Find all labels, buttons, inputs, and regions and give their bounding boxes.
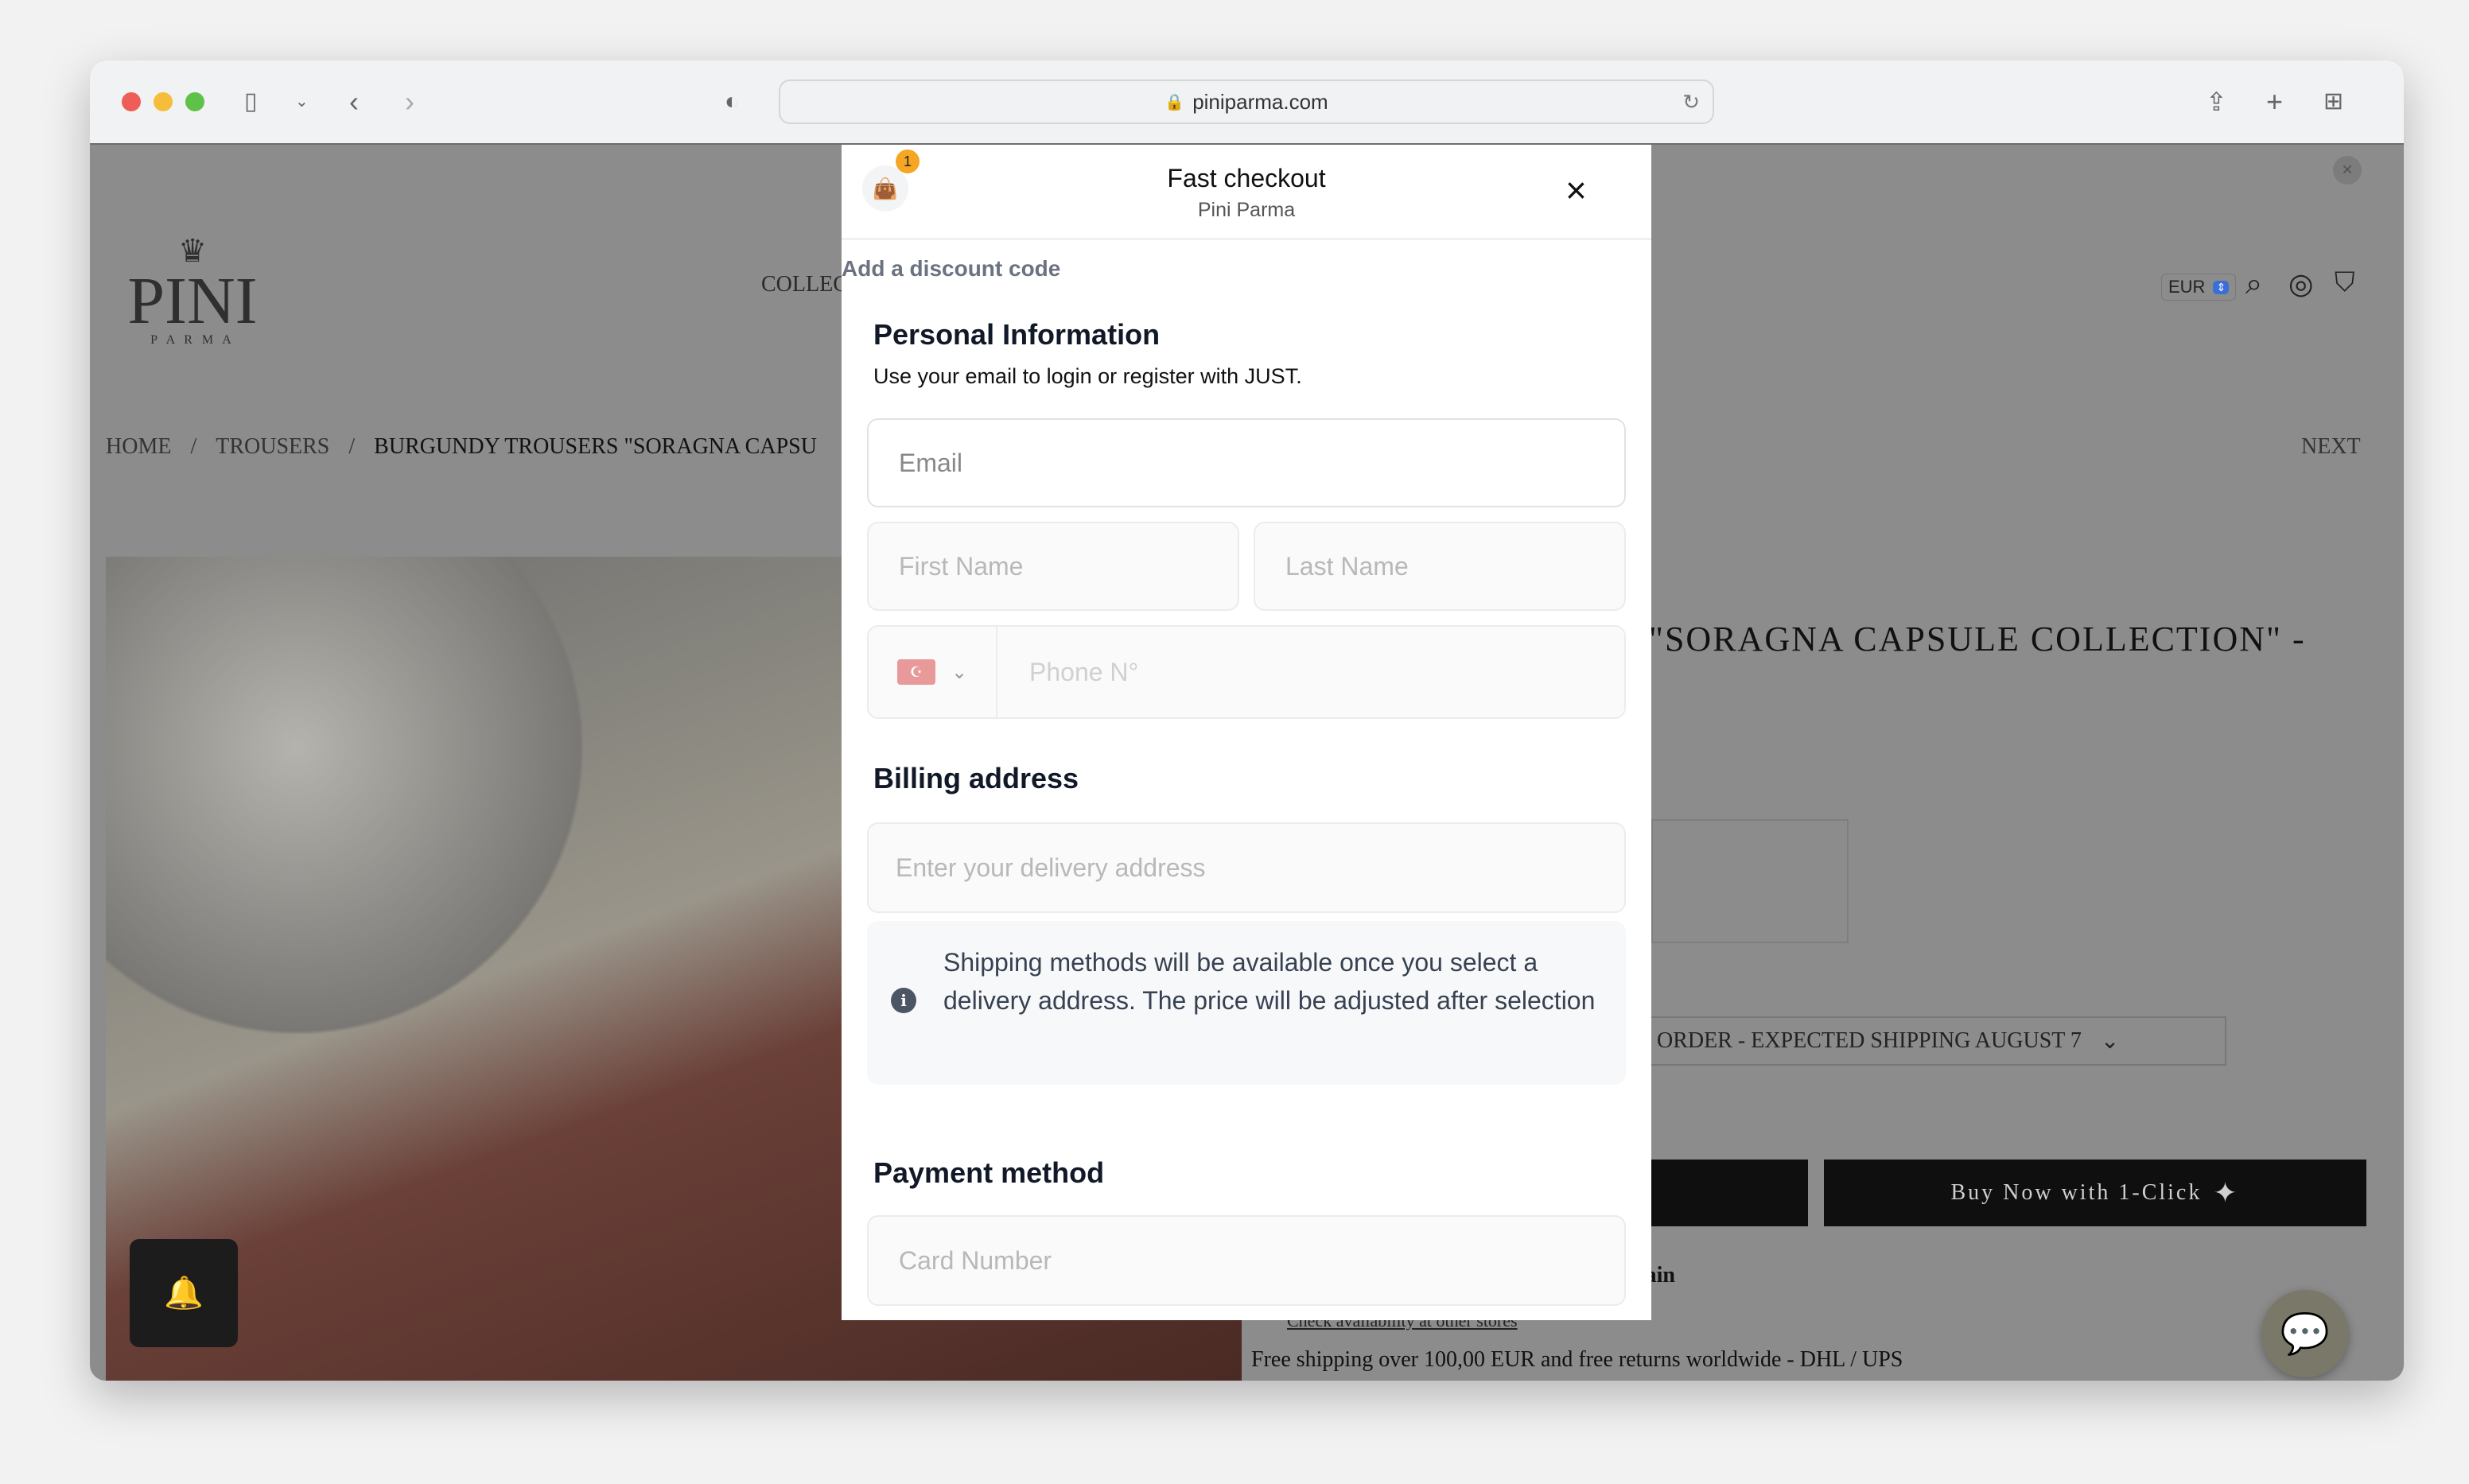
- currency-select[interactable]: EUR ⇕: [2161, 274, 2237, 301]
- buy-now-label: Buy Now with 1-Click: [1950, 1180, 2203, 1205]
- close-banner-icon[interactable]: ×: [2333, 156, 2362, 185]
- first-name-input[interactable]: First Name: [867, 522, 1239, 611]
- next-product-link[interactable]: NEXT: [2301, 434, 2361, 460]
- account-icon[interactable]: ◎: [2288, 267, 2313, 301]
- shield-icon[interactable]: ◐: [725, 84, 739, 119]
- select-arrows-icon: ⇕: [2213, 280, 2230, 294]
- browser-toolbar: ▯ ⌄ ‹ › ◐ 🔒 piniparma.com ↻ ⇪ + ⊞: [90, 60, 2404, 145]
- new-tab-icon[interactable]: +: [2266, 84, 2283, 119]
- forward-icon[interactable]: ›: [405, 84, 414, 119]
- modal-header: 👜 1 Fast checkout Pini Parma ×: [842, 145, 1651, 240]
- url-text: piniparma.com: [1192, 89, 1328, 114]
- notification-bell-button[interactable]: 🔔: [130, 1239, 238, 1347]
- personal-info-description: Use your email to login or register with…: [873, 364, 1302, 388]
- country-code-select[interactable]: ☪ ⌄: [869, 627, 997, 717]
- breadcrumb-trousers[interactable]: TROUSERS: [216, 434, 329, 460]
- payment-method-heading: Payment method: [873, 1156, 1105, 1189]
- variant-select[interactable]: ORDER - EXPECTED SHIPPING AUGUST 7 ⌄: [1633, 1016, 2226, 1066]
- chevron-down-icon: ⌄: [2100, 1029, 2120, 1054]
- shipping-note: Free shipping over 100,00 EUR and free r…: [1251, 1347, 1903, 1372]
- site-logo[interactable]: ♛ PINI P A R M A: [125, 232, 260, 348]
- modal-title: Fast checkout: [1167, 164, 1326, 192]
- sidebar-icon[interactable]: ▯: [244, 84, 258, 119]
- size-box[interactable]: [1651, 819, 1849, 943]
- tab-overview-icon[interactable]: ⊞: [2323, 84, 2343, 119]
- modal-subtitle: Pini Parma: [1197, 199, 1296, 221]
- currency-label: EUR: [2168, 277, 2206, 297]
- breadcrumb-current: BURGUNDY TROUSERS "SORAGNA CAPSU: [374, 434, 817, 459]
- phone-input-group: ☪ ⌄ Phone N°: [867, 625, 1626, 719]
- turkey-flag-icon: ☪: [896, 659, 935, 685]
- product-title: "SORAGNA CAPSULE COLLECTION" -: [1649, 620, 2306, 658]
- shipping-info-box: i Shipping methods will be available onc…: [867, 921, 1626, 1085]
- nav-collections[interactable]: COLLEC: [761, 272, 848, 297]
- chevron-down-icon[interactable]: ⌄: [295, 84, 309, 119]
- delivery-address-input[interactable]: Enter your delivery address: [867, 822, 1626, 913]
- chat-button[interactable]: 💬: [2261, 1290, 2349, 1377]
- browser-window: ▯ ⌄ ‹ › ◐ 🔒 piniparma.com ↻ ⇪ + ⊞ ♛ PINI…: [90, 60, 2404, 1381]
- shipping-info-text: Shipping methods will be available once …: [943, 948, 1596, 1015]
- minimize-window-button[interactable]: [154, 92, 173, 111]
- discount-code-link[interactable]: Add a discount code: [842, 256, 1060, 282]
- variant-select-label: ORDER - EXPECTED SHIPPING AUGUST 7: [1657, 1028, 2082, 1053]
- lock-icon: 🔒: [1165, 93, 1185, 111]
- chevron-down-icon: ⌄: [951, 661, 968, 683]
- logo-text: PINI: [127, 264, 258, 338]
- sparkle-icon: ✦: [2213, 1177, 2240, 1209]
- breadcrumb: HOME / TROUSERS / BURGUNDY TROUSERS "SORAG…: [106, 434, 817, 460]
- billing-address-heading: Billing address: [873, 762, 1079, 794]
- share-icon[interactable]: ⇪: [2206, 84, 2227, 119]
- last-name-input[interactable]: Last Name: [1254, 522, 1626, 611]
- phone-input[interactable]: Phone N°: [997, 658, 1138, 687]
- cart-icon[interactable]: ⛉: [2335, 267, 2355, 298]
- breadcrumb-home[interactable]: HOME: [106, 434, 171, 460]
- reload-icon[interactable]: ↻: [1682, 90, 1700, 115]
- info-icon: i: [891, 988, 916, 1013]
- back-icon[interactable]: ‹: [349, 84, 359, 119]
- add-to-cart-button[interactable]: [1633, 1160, 1808, 1226]
- search-icon[interactable]: ⌕: [2245, 267, 2262, 301]
- close-window-button[interactable]: [122, 92, 141, 111]
- email-input[interactable]: Email: [867, 418, 1626, 507]
- personal-info-heading: Personal Information: [873, 318, 1161, 351]
- address-bar[interactable]: 🔒 piniparma.com ↻: [779, 80, 1714, 124]
- buy-now-button[interactable]: Buy Now with 1-Click ✦: [1824, 1160, 2366, 1226]
- fast-checkout-modal: 👜 1 Fast checkout Pini Parma × Add a dis…: [842, 145, 1651, 1320]
- close-icon[interactable]: ×: [1565, 169, 1587, 212]
- card-number-input[interactable]: Card Number: [867, 1215, 1626, 1306]
- maximize-window-button[interactable]: [185, 92, 204, 111]
